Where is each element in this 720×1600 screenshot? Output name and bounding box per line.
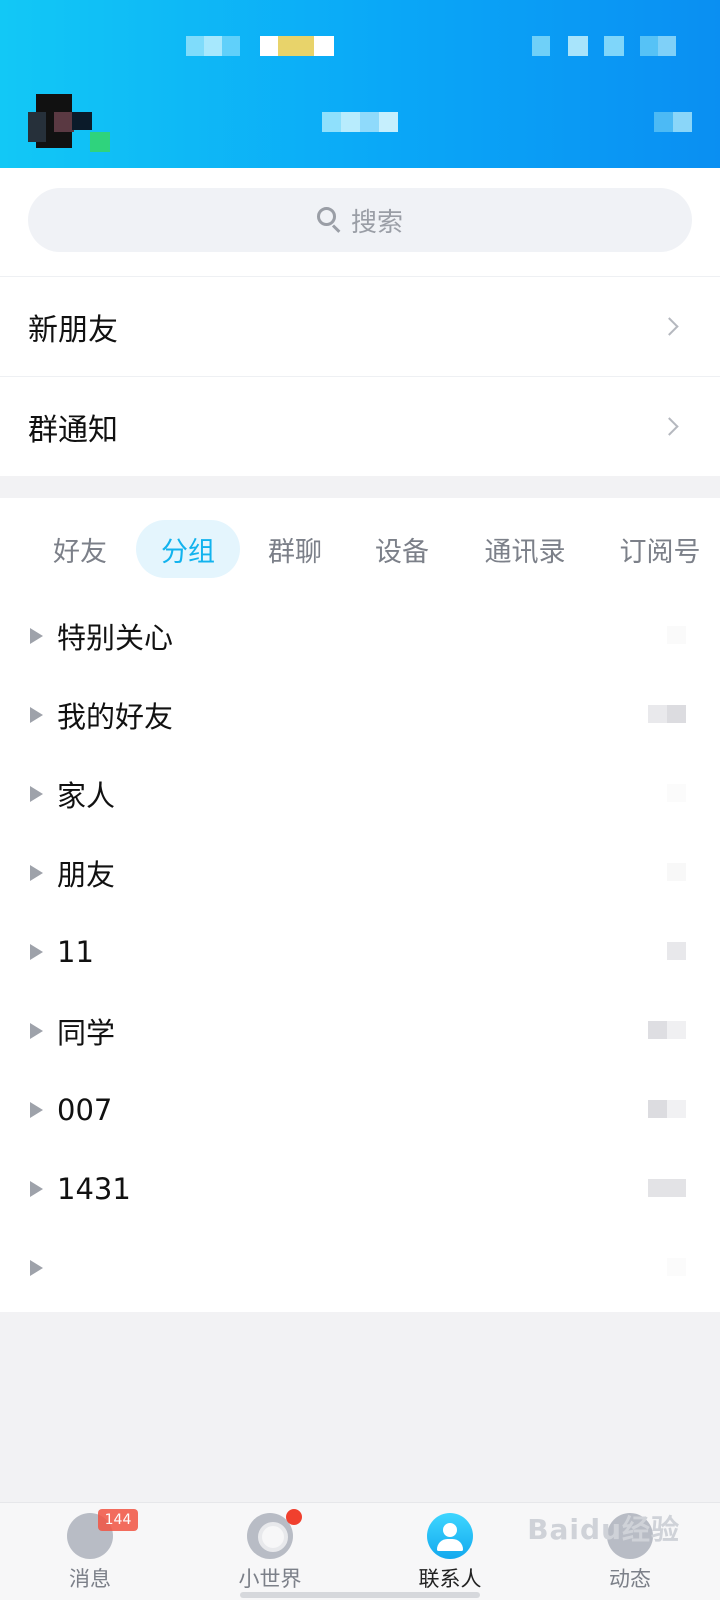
header-action-pixels[interactable] — [654, 112, 692, 132]
avatar[interactable] — [28, 92, 110, 152]
group-list: 特别关心 我的好友 家人 朋友 11 同学 007 1431 — [0, 596, 720, 1307]
nav-world[interactable]: 小世界 — [210, 1503, 330, 1600]
entry-group-notifications[interactable]: 群通知 — [0, 376, 720, 476]
group-count-pixels — [667, 626, 686, 644]
chevron-right-icon — [660, 417, 679, 436]
nav-label: 消息 — [69, 1567, 111, 1591]
group-row[interactable]: 1431 — [0, 1149, 720, 1228]
nickname-pixels — [322, 112, 398, 132]
group-row[interactable]: 11 — [0, 912, 720, 991]
home-indicator — [240, 1592, 480, 1598]
expand-triangle-icon — [30, 864, 43, 881]
tab-subscriptions[interactable]: 订阅号 — [600, 520, 720, 578]
nav-label: 动态 — [609, 1567, 651, 1591]
contacts-icon — [427, 1513, 473, 1559]
expand-triangle-icon — [30, 627, 43, 644]
group-count-pixels — [667, 784, 686, 802]
group-label: 11 — [57, 934, 94, 969]
group-count-pixels — [648, 705, 686, 723]
group-label: 1431 — [57, 1171, 131, 1206]
group-row[interactable]: 我的好友 — [0, 675, 720, 754]
contact-tabs: 好友 分组 群聊 设备 通讯录 订阅号 — [0, 520, 720, 578]
chevron-right-icon — [660, 317, 679, 336]
tab-devices[interactable]: 设备 — [356, 520, 448, 578]
contact-lists: 好友 分组 群聊 设备 通讯录 订阅号 特别关心 我的好友 家人 朋友 11 同… — [0, 498, 720, 1312]
nav-label: 小世界 — [238, 1567, 302, 1591]
tab-groups[interactable]: 分组 — [136, 520, 240, 578]
expand-triangle-icon — [30, 1259, 43, 1276]
tab-group-chats[interactable]: 群聊 — [250, 520, 340, 578]
group-row[interactable]: 同学 — [0, 991, 720, 1070]
search-input[interactable]: 搜索 — [28, 188, 692, 252]
group-row[interactable]: 特别关心 — [0, 596, 720, 675]
group-count-pixels — [667, 863, 686, 881]
group-label: 我的好友 — [57, 699, 174, 734]
entry-label: 新朋友 — [28, 312, 118, 348]
group-label: 007 — [57, 1092, 113, 1127]
status-bar-time-pixels — [260, 36, 334, 56]
group-label: 朋友 — [57, 857, 116, 892]
expand-triangle-icon — [30, 943, 43, 960]
tab-friends[interactable]: 好友 — [34, 520, 126, 578]
group-count-pixels — [648, 1021, 686, 1039]
search-placeholder: 搜索 — [350, 207, 403, 238]
group-row[interactable] — [0, 1228, 720, 1307]
top-header — [0, 0, 720, 168]
expand-triangle-icon — [30, 1022, 43, 1039]
expand-triangle-icon — [30, 1180, 43, 1197]
contact-entries: 新朋友 群通知 — [0, 276, 720, 476]
group-count-pixels — [667, 1258, 686, 1276]
group-row[interactable]: 家人 — [0, 754, 720, 833]
group-label: 家人 — [57, 778, 116, 813]
group-label: 特别关心 — [57, 620, 174, 655]
expand-triangle-icon — [30, 1101, 43, 1118]
expand-triangle-icon — [30, 785, 43, 802]
tab-address-book[interactable]: 通讯录 — [462, 520, 588, 578]
group-row[interactable]: 007 — [0, 1070, 720, 1149]
entry-label: 群通知 — [28, 412, 118, 448]
notification-dot — [286, 1509, 302, 1525]
status-bar-left-pixels — [186, 36, 240, 56]
search-icon — [316, 207, 343, 233]
search-section: 搜索 — [0, 168, 720, 276]
expand-triangle-icon — [30, 706, 43, 723]
nav-contacts[interactable]: 联系人 — [390, 1503, 510, 1600]
group-count-pixels — [667, 942, 686, 960]
group-count-pixels — [648, 1179, 686, 1197]
entry-new-friends[interactable]: 新朋友 — [0, 276, 720, 376]
nav-label: 联系人 — [418, 1567, 482, 1591]
group-count-pixels — [648, 1100, 686, 1118]
watermark: Baidu经验 — [527, 1513, 680, 1546]
nav-messages[interactable]: 144 消息 — [30, 1503, 150, 1600]
group-row[interactable]: 朋友 — [0, 833, 720, 912]
unread-badge: 144 — [98, 1509, 138, 1531]
group-label: 同学 — [57, 1015, 116, 1050]
status-bar-right-pixels — [532, 36, 676, 56]
